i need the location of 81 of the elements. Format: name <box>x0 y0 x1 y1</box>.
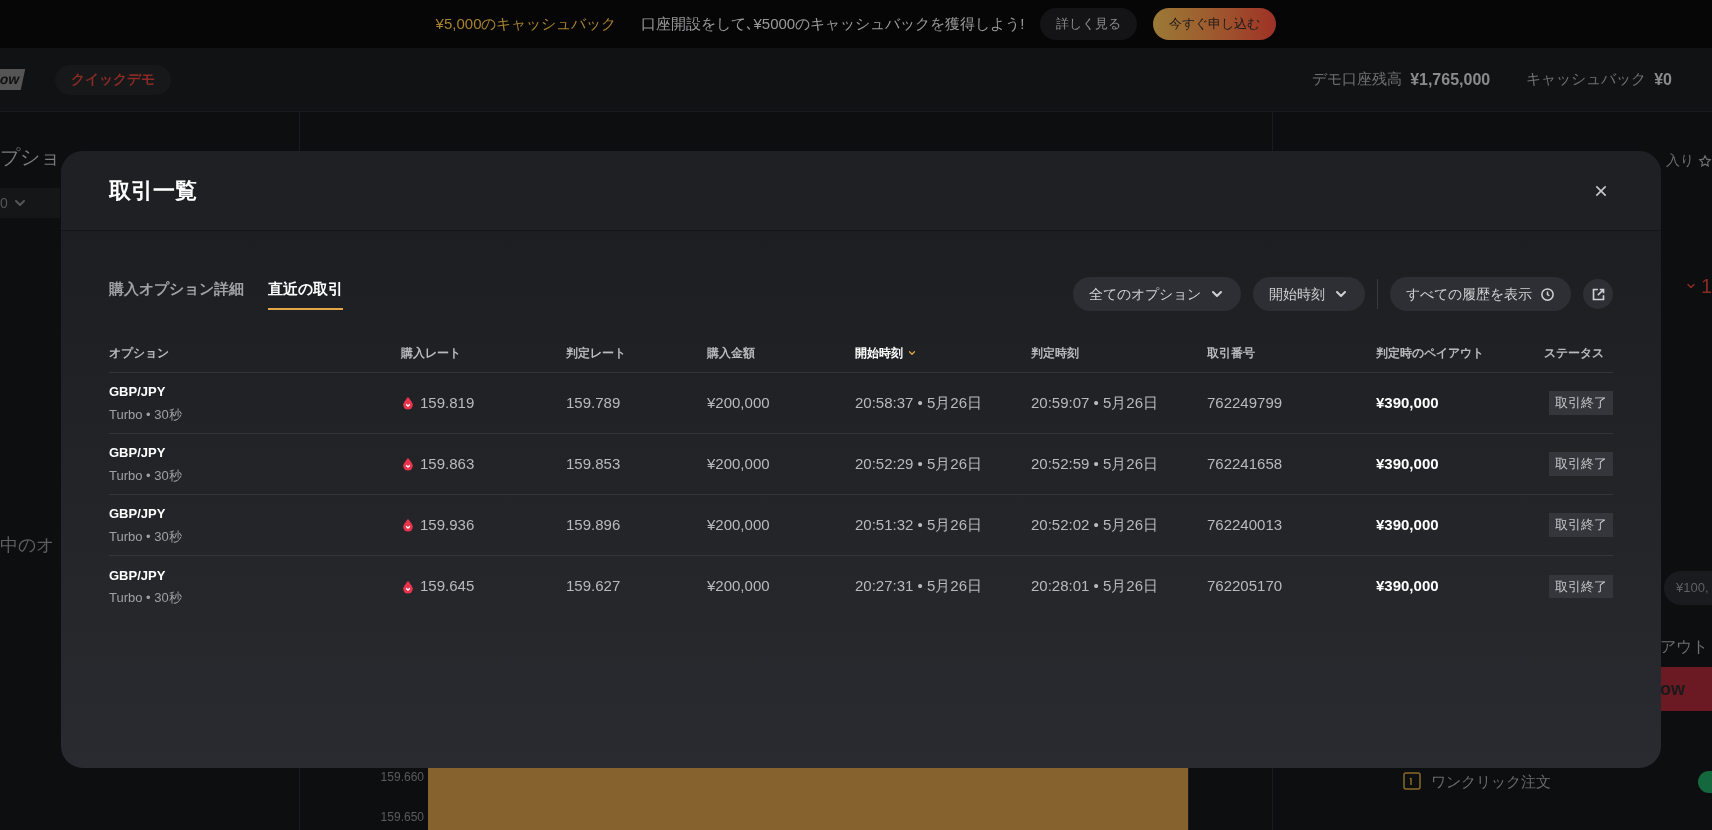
table-cell-text: GBP/JPY <box>109 383 167 401</box>
axis-tick: 159.650 <box>380 809 424 826</box>
table-cell-text: 20:58:37 • 5月26日 <box>855 392 983 413</box>
table-cell-text: ¥390,000 <box>1376 453 1440 474</box>
status-tag: 取引終了 <box>1549 513 1613 537</box>
table-cell-text: ¥200,000 <box>707 514 771 535</box>
table-cell-text: 159.863 <box>420 453 475 474</box>
column-header[interactable]: 開始時刻 <box>855 343 903 362</box>
table-cell-text: GBP/JPY <box>109 444 167 462</box>
history-button[interactable]: すべての履歴を表示 <box>1390 277 1571 311</box>
status-tag: 取引終了 <box>1549 452 1613 476</box>
one-click-icon <box>1403 772 1423 793</box>
favorite-label: 入り <box>1666 151 1694 170</box>
clock-icon <box>1540 286 1555 302</box>
table-cell-text: 20:27:31 • 5月26日 <box>855 576 983 597</box>
drop-icon <box>401 457 415 471</box>
toggle-switch[interactable] <box>1698 771 1712 794</box>
tab[interactable]: 購入オプション詳細 <box>109 277 244 311</box>
table-cell-text: ¥200,000 <box>707 576 771 597</box>
column-header[interactable]: 判定時刻 <box>1031 343 1079 362</box>
column-header[interactable]: 購入レート <box>401 343 461 362</box>
table-cell-text: Turbo • 30秒 <box>109 405 183 424</box>
table-cell-text: 20:52:02 • 5月26日 <box>1031 514 1159 535</box>
table-cell-text: 762249799 <box>1207 392 1284 413</box>
panel-text: 中のオ <box>0 534 54 557</box>
drop-icon <box>401 579 415 594</box>
column-header[interactable]: ステータス <box>1544 343 1604 362</box>
column-header[interactable]: 判定レート <box>566 343 626 362</box>
tab[interactable]: 直近の取引 <box>268 277 343 311</box>
filter-dropdown[interactable]: 全てのオプション <box>1073 277 1241 311</box>
one-click-label: ワンクリック注文 <box>1431 772 1551 792</box>
banner-message: 口座開設をして､¥5000のキャッシュバックを獲得しよう! <box>640 13 1025 34</box>
table-cell-text: 159.645 <box>420 576 475 597</box>
table-cell-text: ¥200,000 <box>707 453 771 474</box>
drop-icon <box>401 518 415 532</box>
table-cell-text: 159.936 <box>420 514 475 535</box>
status-tag: 取引終了 <box>1549 391 1613 415</box>
table-cell-text: Turbo • 30秒 <box>109 466 183 485</box>
table-cell-text: 159.627 <box>566 576 622 597</box>
star-icon <box>1698 153 1712 168</box>
table-cell-text: GBP/JPY <box>109 566 167 585</box>
table-cell-text: 20:59:07 • 5月26日 <box>1031 392 1159 413</box>
table-cell-text: ¥390,000 <box>1376 514 1440 535</box>
table-cell-text: 20:51:32 • 5月26日 <box>855 514 983 535</box>
rate-value: 1 <box>1700 274 1712 299</box>
balance-value: ¥1,765,000 <box>1410 69 1491 90</box>
table-cell-text: 762240013 <box>1207 514 1284 535</box>
table-cell-text: 159.819 <box>420 392 475 413</box>
table-cell-text: 159.789 <box>566 392 622 413</box>
payout-label: アウト <box>1660 637 1709 657</box>
dialog-title: 取引一覧 <box>109 177 197 205</box>
status-tag: 取引終了 <box>1549 574 1613 599</box>
table-cell-text: Turbo • 30秒 <box>109 527 183 546</box>
axis-tick: 159.660 <box>380 769 424 786</box>
table-cell-text: 159.853 <box>566 453 622 474</box>
table-cell-text: 762205170 <box>1207 576 1284 597</box>
cashback-value: ¥0 <box>1654 69 1672 90</box>
panel-title: プショ <box>0 145 60 170</box>
details-button[interactable]: 詳しく見る <box>1040 8 1138 40</box>
table-cell-text: GBP/JPY <box>109 505 167 523</box>
table-cell-text: 159.896 <box>566 514 622 535</box>
drop-icon <box>401 396 415 410</box>
cashback-label: キャッシュバック <box>1526 69 1647 90</box>
table-cell-text: ¥200,000 <box>707 392 771 413</box>
column-header[interactable]: 判定時のペイアウト <box>1376 343 1484 362</box>
table-cell-text: ¥390,000 <box>1376 392 1440 413</box>
table-cell-text: 20:52:59 • 5月26日 <box>1031 453 1159 474</box>
demo-badge: クイックデモ <box>55 64 172 95</box>
table-cell-text: 762241658 <box>1207 453 1284 474</box>
column-header[interactable]: オプション <box>109 343 169 362</box>
table-cell-text: ¥390,000 <box>1376 576 1440 597</box>
table-cell-text: 20:52:29 • 5月26日 <box>855 453 983 474</box>
filter-dropdown[interactable]: 開始時刻 <box>1253 277 1365 311</box>
table-cell-text: 20:28:01 • 5月26日 <box>1031 576 1159 597</box>
column-header[interactable]: 取引番号 <box>1207 343 1255 362</box>
banner-headline: ¥5,000のキャッシュバック <box>435 13 617 34</box>
balance-label: デモ口座残高 <box>1312 69 1403 90</box>
table-cell-text: Turbo • 30秒 <box>109 589 183 607</box>
export-button[interactable] <box>1583 279 1613 309</box>
external-link-icon <box>1590 286 1606 302</box>
column-header[interactable]: 購入金額 <box>707 343 755 362</box>
